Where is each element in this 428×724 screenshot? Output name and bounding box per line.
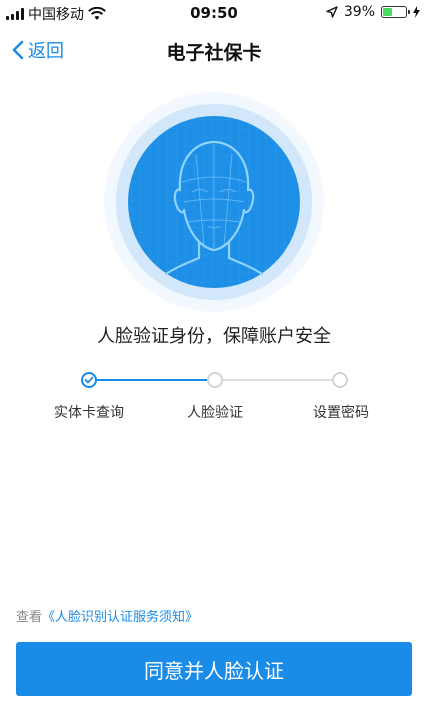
status-right: 39% [326, 4, 420, 20]
notice-prefix: 查看 [16, 610, 43, 625]
step-label-card-query: 实体卡查询 [54, 405, 124, 421]
agree-and-verify-button[interactable]: 同意并人脸认证 [16, 642, 412, 696]
nav-bar: 返回 电子社保卡 [0, 26, 428, 74]
step-label-face-verify: 人脸验证 [187, 405, 243, 421]
battery-percent: 39% [343, 4, 375, 20]
location-arrow-icon [326, 6, 338, 18]
service-notice: 查看《人脸识别认证服务须知》 [16, 606, 198, 625]
status-bar: 中国移动 09:50 39% [0, 0, 428, 26]
progress-steps: 实体卡查询 人脸验证 设置密码 [0, 368, 428, 428]
charging-bolt-icon [413, 6, 420, 18]
step-connector-pending [222, 379, 332, 381]
tagline: 人脸验证身份，保障账户安全 [97, 326, 331, 347]
page-title: 电子社保卡 [166, 42, 262, 64]
step-2-indicator [207, 372, 223, 388]
battery-icon [381, 6, 410, 18]
face-scan-icon [104, 92, 324, 312]
step-3-indicator [332, 372, 348, 388]
face-recognition-terms-link[interactable]: 《人脸识别认证服务须知》 [42, 610, 198, 625]
step-connector-complete [97, 379, 207, 381]
step-label-set-password: 设置密码 [313, 405, 369, 421]
step-1-check-icon [81, 372, 97, 388]
face-recognition-graphic [104, 92, 324, 312]
